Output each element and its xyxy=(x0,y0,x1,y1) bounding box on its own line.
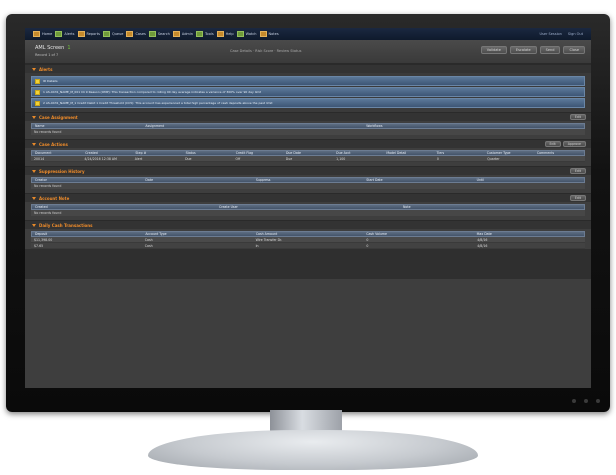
toolbar-tab[interactable]: Home xyxy=(33,31,52,37)
toolbar-tab[interactable]: Queue xyxy=(102,31,123,37)
collapse-arrow-icon[interactable] xyxy=(32,142,36,146)
tab-icon xyxy=(236,31,244,37)
close-button[interactable]: Close xyxy=(563,46,585,54)
sign-out-link[interactable]: Sign Out xyxy=(568,32,583,36)
tab-icon xyxy=(77,31,85,37)
tab-icon xyxy=(172,31,180,37)
suppression-history-header[interactable]: Suppression History Edit xyxy=(25,166,591,175)
account-note-table: Created Create User Note No records foun… xyxy=(31,204,585,216)
toolbar-tab[interactable]: Alerts xyxy=(55,31,75,37)
browser-toolbar: Home Alerts Reports Queue Cases Search A… xyxy=(25,28,591,40)
case-assignment-table: Name Assignment Workflows No records fou… xyxy=(31,123,585,135)
tab-icon xyxy=(126,31,134,37)
daily-cash-table: Deposit Account Type Cash Amount Cash Vo… xyxy=(31,231,585,249)
screen: Home Alerts Reports Queue Cases Search A… xyxy=(25,28,591,388)
header-buttons: Validate Escalate Send Close xyxy=(480,46,585,54)
approve-button[interactable]: Approve xyxy=(562,141,586,147)
tab-icon xyxy=(33,31,40,37)
tab-icon xyxy=(55,31,63,37)
toolbar-tab[interactable]: Tools xyxy=(196,31,214,37)
checkbox-icon[interactable] xyxy=(35,100,40,106)
collapse-arrow-icon[interactable] xyxy=(32,169,36,173)
collapse-arrow-icon[interactable] xyxy=(32,223,36,227)
tab-icon xyxy=(102,31,110,37)
send-button[interactable]: Send xyxy=(539,46,561,54)
toolbar-tab[interactable]: Watch xyxy=(236,31,257,37)
toolbar-tab[interactable]: Search xyxy=(148,31,170,37)
tab-icon xyxy=(216,31,224,37)
toolbar-tab[interactable]: Reports xyxy=(77,31,100,37)
collapse-arrow-icon[interactable] xyxy=(32,115,36,119)
record-counter: Record 1 of 7 xyxy=(35,53,59,57)
validate-button[interactable]: Validate xyxy=(480,46,507,54)
monitor-stand-base xyxy=(148,430,478,470)
alerts-section-header[interactable]: Alerts xyxy=(25,64,591,73)
case-assignment-header[interactable]: Case Assignment Edit xyxy=(25,112,591,121)
title-badge: 1 xyxy=(67,45,71,51)
header-tagline: Case Details · Risk Score · Review Statu… xyxy=(230,49,302,53)
power-led-icon xyxy=(572,399,576,403)
empty-area xyxy=(25,249,591,279)
checkbox-icon[interactable] xyxy=(35,78,40,84)
alerts-list: ID Details 1 AS-0431_NAME_M_001 Cli 9 Re… xyxy=(25,73,591,112)
toolbar-tab[interactable]: Notes xyxy=(259,31,279,37)
toolbar-tab[interactable]: Help xyxy=(216,31,234,37)
escalate-button[interactable]: Escalate xyxy=(509,46,537,54)
edit-button[interactable]: Edit xyxy=(569,114,586,120)
case-actions-header[interactable]: Case Actions Edit Approve xyxy=(25,139,591,148)
user-session-link[interactable]: User Session xyxy=(539,32,561,36)
tab-icon xyxy=(259,31,267,37)
menu-button-icon[interactable] xyxy=(584,399,588,403)
list-item[interactable]: 2 AS-0431_NAME_M_1 Credit Debit 1 Credit… xyxy=(31,98,585,108)
account-note-header[interactable]: Account Note Edit xyxy=(25,193,591,202)
toolbar-tab[interactable]: Cases xyxy=(126,31,146,37)
suppression-history-table: Creator Date Suppress Start Date Until N… xyxy=(31,177,585,189)
toolbar-right: User Session Sign Out xyxy=(539,32,591,36)
list-item[interactable]: ID Details xyxy=(31,76,585,86)
edit-button[interactable]: Edit xyxy=(569,168,586,174)
tab-icon xyxy=(148,31,156,37)
list-item[interactable]: 1 AS-0431_NAME_M_001 Cli 9 Reason (OMP):… xyxy=(31,87,585,97)
collapse-arrow-icon[interactable] xyxy=(32,67,36,71)
checkbox-icon[interactable] xyxy=(35,89,40,95)
edit-button[interactable]: Edit xyxy=(544,141,561,147)
power-button-icon[interactable] xyxy=(596,399,600,403)
toolbar-tab[interactable]: Admin xyxy=(172,31,193,37)
case-actions-table: Document Created Step # Status Credit Fl… xyxy=(31,150,585,162)
tab-icon xyxy=(196,31,204,37)
page-title: AML Screen 1 xyxy=(35,45,71,51)
edit-button[interactable]: Edit xyxy=(569,195,586,201)
collapse-arrow-icon[interactable] xyxy=(32,196,36,200)
daily-cash-header[interactable]: Daily Cash Transactions xyxy=(25,220,591,229)
page-header: AML Screen 1 Record 1 of 7 Case Details ·… xyxy=(25,40,591,64)
monitor-bezel: Home Alerts Reports Queue Cases Search A… xyxy=(6,14,610,412)
